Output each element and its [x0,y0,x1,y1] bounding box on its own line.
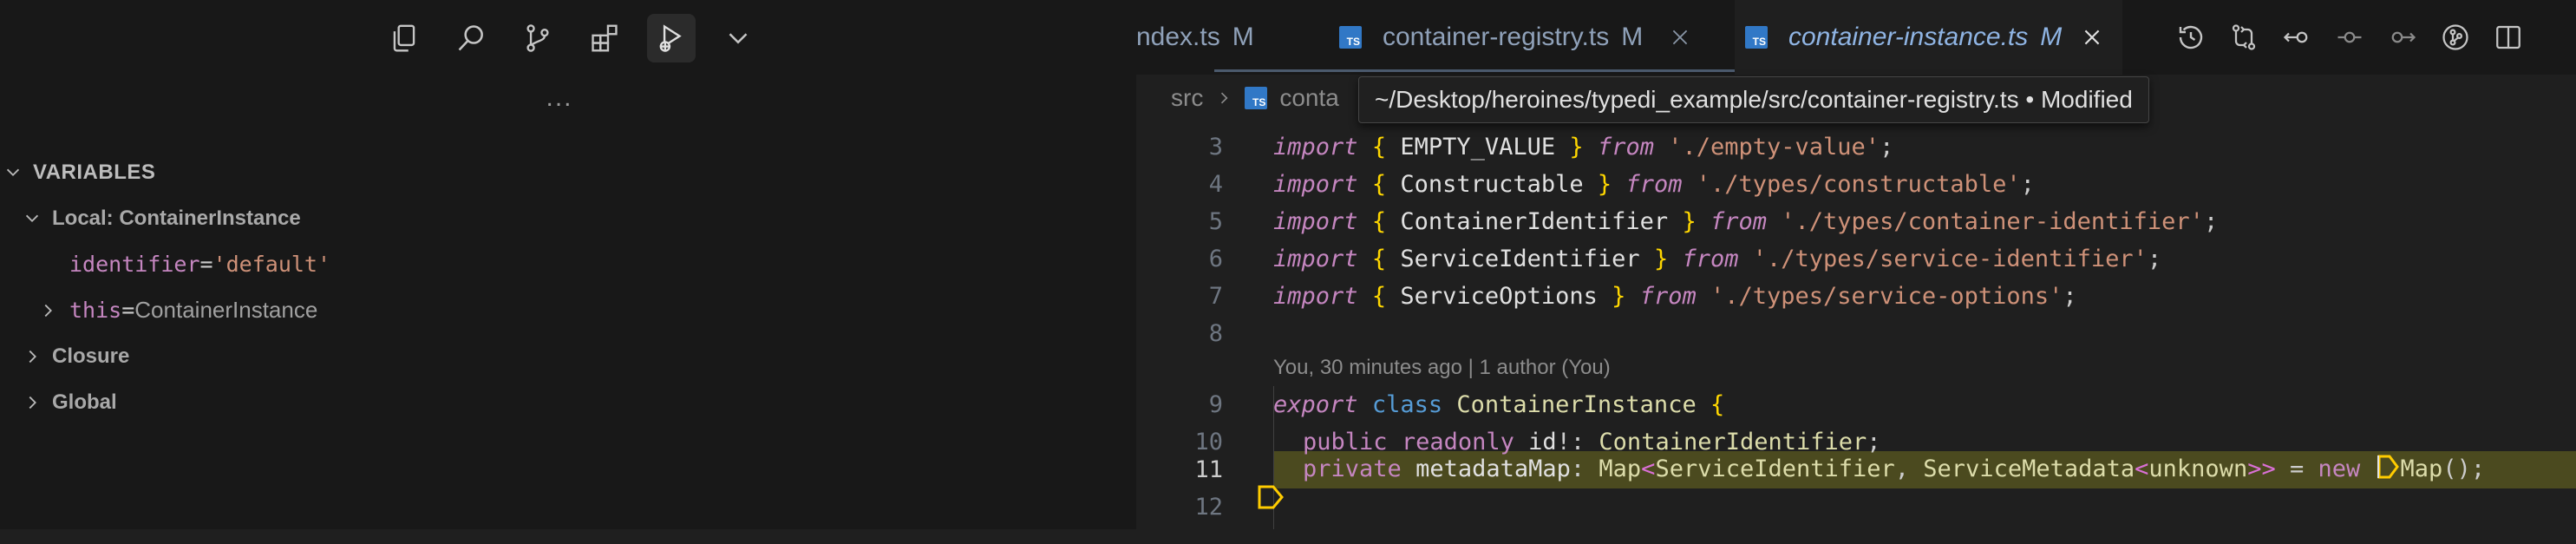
previous-change-icon[interactable] [2279,19,2315,56]
code-line: 6 import { ServiceIdentifier } from './t… [1136,240,2576,278]
tab-modified-badge: M [1621,23,1644,51]
tab-label: ndex.ts [1136,23,1220,51]
tab-label: container-registry.ts [1383,23,1610,51]
variable-this[interactable]: this = ContainerInstance [0,287,1136,333]
code-text: import { ContainerIdentifier } from './t… [1273,208,2219,235]
typescript-file-icon: TS [1245,87,1268,109]
chevron-right-icon [23,347,42,366]
extensions-icon[interactable] [580,14,629,62]
git-lens-icon[interactable] [2437,19,2474,56]
typescript-file-icon: TS [1745,26,1768,49]
line-number: 12 [1194,494,1223,521]
code-line: 8 [1136,315,2576,352]
line-number: 9 [1208,391,1223,418]
chevron-down-icon [3,163,23,182]
search-icon[interactable] [447,14,495,62]
scope-closure[interactable]: Closure [0,333,1136,379]
code-text: private metadataMap: Map<ServiceIdentifi… [1303,454,2485,486]
line-number: 7 [1208,283,1223,310]
breadcrumb-folder[interactable]: src [1171,84,1203,112]
line-number: 3 [1208,134,1223,161]
scope-label: Closure [52,344,130,368]
code-text: import { EMPTY_VALUE } from './empty-val… [1273,134,1894,161]
variable-value: 'default' [212,252,331,277]
tab-container-instance[interactable]: TS container-instance.ts M [1735,0,2123,75]
variable-equals: = [199,252,213,277]
tab-modified-badge: M [1232,23,1254,51]
inline-breakpoint-icon[interactable] [2375,454,2401,486]
code-line: 5 import { ContainerIdentifier } from '.… [1136,203,2576,240]
tooltip-separator: • [2018,86,2041,113]
code-text: import { ServiceIdentifier } from './typ… [1273,246,2162,272]
tab-container-registry[interactable]: TS container-registry.ts M [1339,0,1691,75]
tab-label: container-instance.ts [1788,23,2029,51]
chevron-down-icon [23,209,42,228]
commit-node-icon[interactable] [2331,19,2368,56]
breadcrumb-file[interactable]: conta [1279,84,1339,112]
code-line: 3 import { EMPTY_VALUE } from './empty-v… [1136,128,2576,166]
chevron-right-icon [23,393,42,412]
code-line: 12 [1136,488,2576,526]
line-number: 11 [1194,456,1223,483]
scope-global[interactable]: Global [0,379,1136,425]
more-actions-icon[interactable]: ... [538,85,581,113]
next-change-icon[interactable] [2384,19,2421,56]
run-debug-icon[interactable] [647,14,696,62]
tab-bar: ndex.ts M TS container-registry.ts M TS … [1136,0,2576,75]
code-text: import { ServiceOptions } from './types/… [1273,283,2077,310]
line-number: 8 [1208,320,1223,347]
tooltip-status: Modified [2040,86,2133,113]
chevron-right-icon [38,301,57,320]
scope-label: Local: ContainerInstance [52,206,301,230]
variables-title: VARIABLES [33,160,156,184]
close-icon[interactable] [2081,26,2103,49]
typescript-file-icon: TS [1339,26,1362,49]
sidebar-toolbar [0,0,1136,76]
tab-modified-badge: M [2040,23,2063,51]
code-text: import { Constructable } from './types/c… [1273,171,2035,198]
chevron-right-icon [1215,89,1232,107]
code-line-current: 11 private metadataMap: Map<ServiceIdent… [1136,451,2576,509]
line-number: 4 [1208,171,1223,198]
code-line: 4 import { Constructable } from './types… [1136,166,2576,203]
variable-name: identifier [69,252,200,277]
tab-tooltip: ~/Desktop/heroines/typedi_example/src/co… [1358,76,2149,123]
debug-sidebar: ... VARIABLES Local: ContainerInstance i… [0,0,1136,529]
copy-icon[interactable] [380,14,428,62]
code-line: 7 import { ServiceOptions } from './type… [1136,278,2576,315]
tab-index[interactable]: ndex.ts M [1136,0,1254,75]
variables-panel: VARIABLES Local: ContainerInstance ident… [0,149,1136,425]
variable-value: ContainerInstance [134,297,318,323]
line-number: 6 [1208,246,1223,272]
line-number: 5 [1208,208,1223,235]
source-control-icon[interactable] [513,14,562,62]
variable-equals: = [121,298,135,323]
variable-identifier[interactable]: identifier = 'default' [0,241,1136,287]
compare-changes-icon[interactable] [2226,19,2262,56]
code-text: export class ContainerInstance { [1273,391,1725,418]
scroll-indicator [1214,69,1735,72]
git-blame-annotation[interactable]: You, 30 minutes ago | 1 author (You) [1273,356,1611,380]
timeline-icon[interactable] [2173,19,2209,56]
scope-label: Global [52,390,117,414]
split-editor-icon[interactable] [2490,19,2527,56]
code-editor[interactable]: 3 import { EMPTY_VALUE } from './empty-v… [1136,121,2576,529]
editor: ndex.ts M TS container-registry.ts M TS … [1136,0,2576,529]
variable-name: this [69,298,122,323]
chevron-down-icon[interactable] [714,14,762,62]
tooltip-path: ~/Desktop/heroines/typedi_example/src/co… [1375,86,2019,113]
scope-local[interactable]: Local: ContainerInstance [0,195,1136,241]
code-line: 9 export class ContainerInstance { [1136,386,2576,423]
close-icon[interactable] [1669,26,1691,49]
variables-header[interactable]: VARIABLES [0,149,1136,195]
